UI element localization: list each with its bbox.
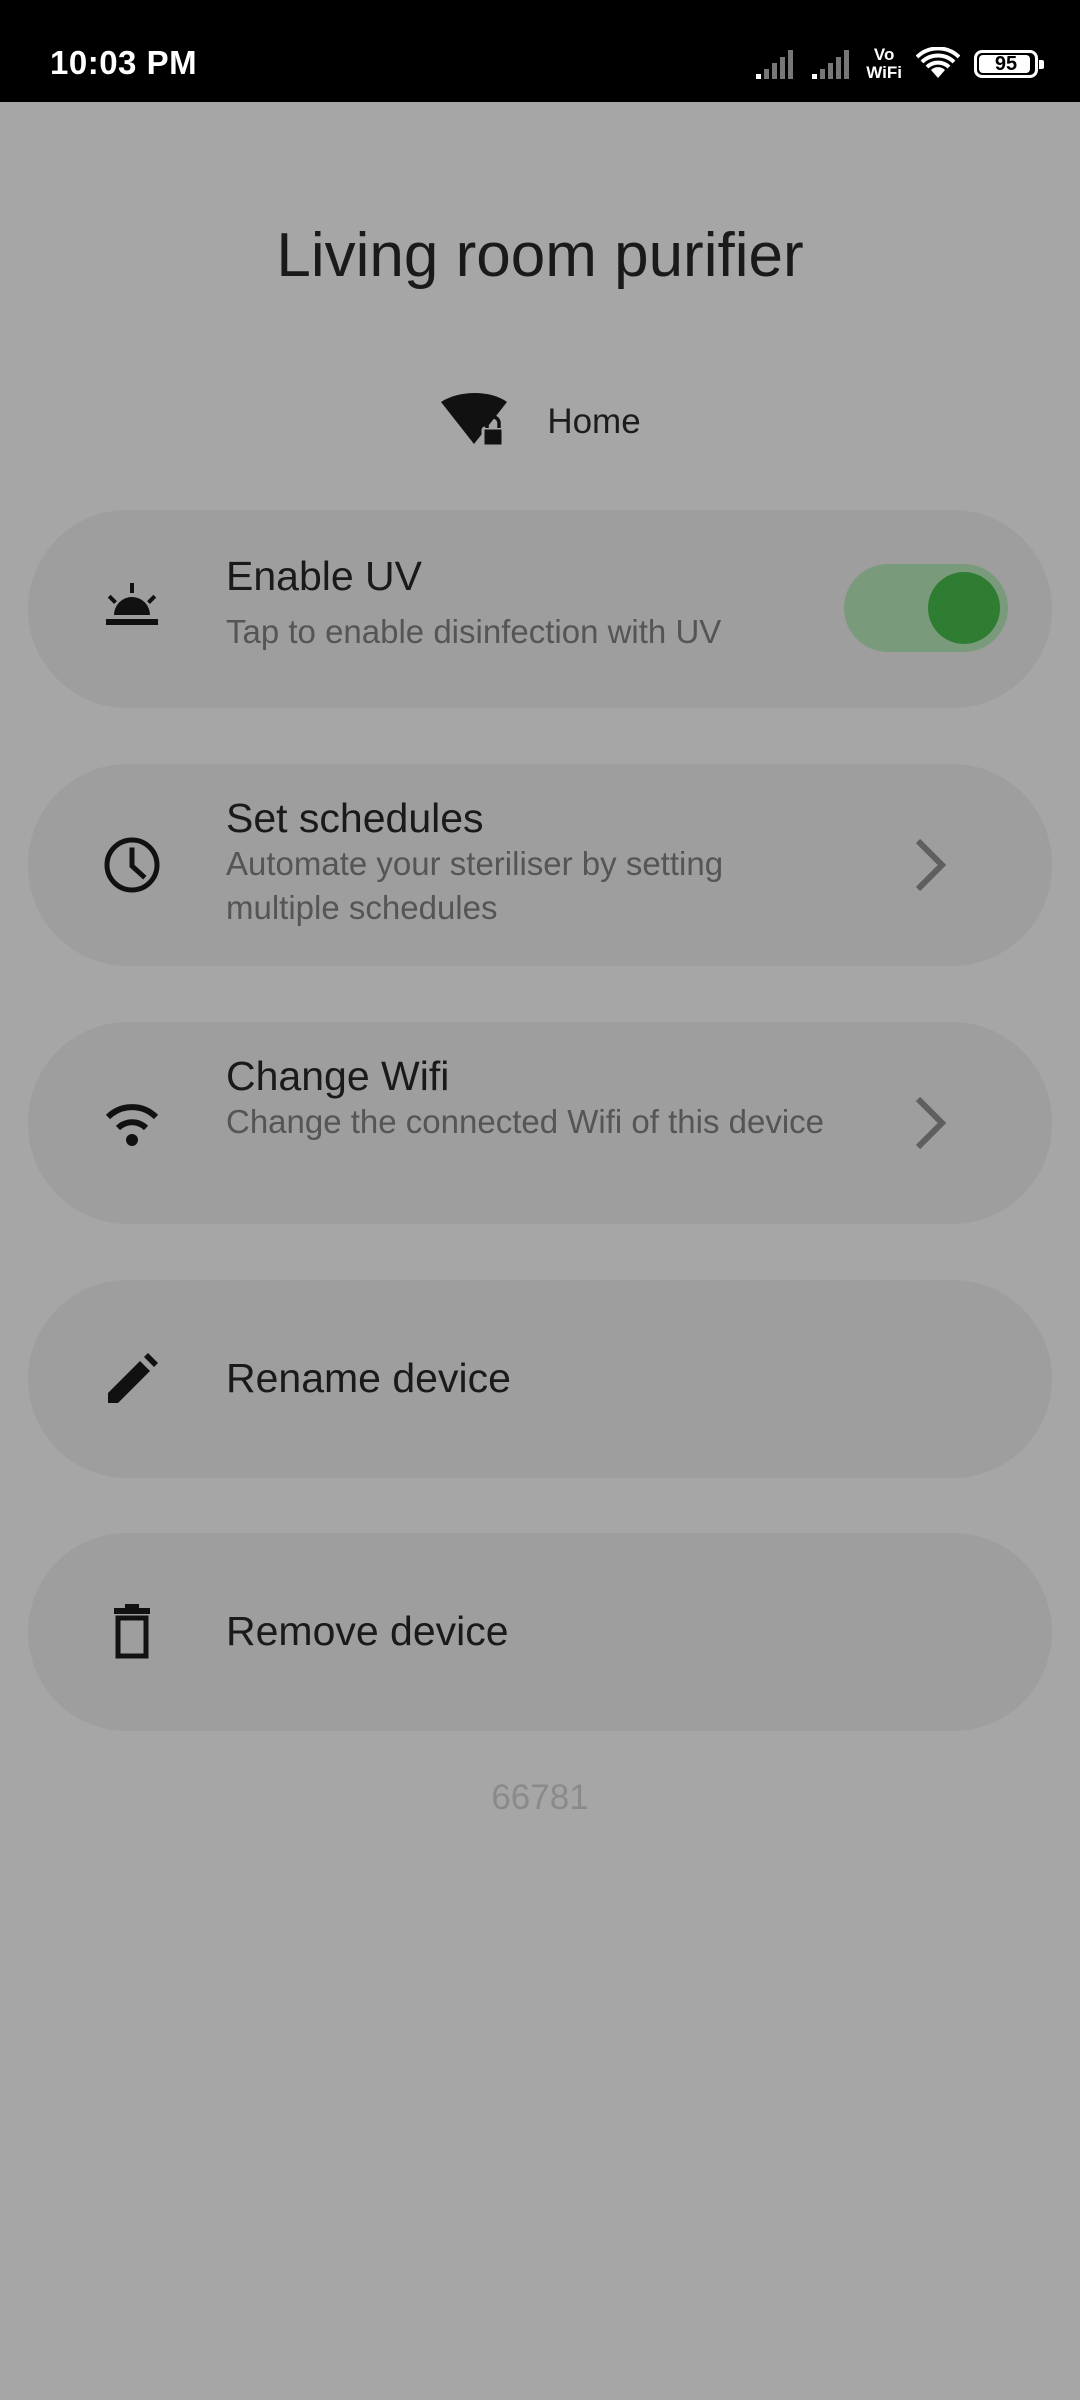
page-title: Living room purifier	[276, 221, 804, 290]
clock-icon	[100, 833, 164, 897]
vowifi-icon: Vo WiFi	[866, 46, 902, 82]
rename-device-text: Rename device	[226, 1354, 832, 1402]
remove-device-title: Remove device	[226, 1608, 509, 1654]
network-name: Home	[547, 402, 641, 441]
rename-device-title: Rename device	[226, 1355, 511, 1401]
trash-icon	[100, 1600, 164, 1664]
cellular-signal-icon	[756, 50, 794, 79]
enable-uv-subtitle: Tap to enable disinfection with UV	[226, 613, 722, 650]
status-time: 10:03 PM	[50, 44, 198, 81]
battery-icon: 95	[974, 50, 1044, 78]
battery-percent: 95	[994, 52, 1018, 75]
wifi-icon	[100, 1091, 164, 1155]
vowifi-bottom-label: WiFi	[866, 63, 902, 82]
chevron-right-icon	[915, 1096, 947, 1150]
sunrise-lamp-icon	[100, 574, 164, 638]
wifi-status-icon	[916, 47, 960, 78]
change-wifi-title: Change Wifi	[226, 1053, 450, 1099]
set-schedules-subtitle: Automate your steriliser by setting mult…	[226, 845, 724, 926]
status-bar: 10:03 PM Vo WiFi 95	[0, 0, 1080, 102]
set-schedules-text: Set schedules Automate your steriliser b…	[226, 794, 832, 930]
rename-device-card[interactable]: Rename device	[28, 1280, 1052, 1478]
enable-uv-toggle[interactable]	[844, 564, 1008, 652]
toggle-knob	[928, 572, 1000, 644]
chevron-right-icon	[915, 838, 947, 892]
cellular-signal-icon-2	[812, 50, 850, 79]
enable-uv-card[interactable]: Enable UV Tap to enable disinfection wit…	[28, 510, 1052, 708]
enable-uv-text: Enable UV Tap to enable disinfection wit…	[226, 552, 832, 654]
wifi-lock-icon	[441, 393, 508, 448]
change-wifi-subtitle: Change the connected Wifi of this device	[226, 1103, 825, 1140]
set-schedules-card[interactable]: Set schedules Automate your steriliser b…	[28, 764, 1052, 966]
network-row: Home	[0, 392, 1080, 452]
pencil-icon	[100, 1347, 164, 1411]
remove-device-card[interactable]: Remove device	[28, 1533, 1052, 1731]
change-wifi-card[interactable]: Change Wifi Change the connected Wifi of…	[28, 1022, 1052, 1224]
remove-device-text: Remove device	[226, 1607, 832, 1655]
set-schedules-title: Set schedules	[226, 795, 484, 841]
status-icons: Vo WiFi 95	[754, 44, 1044, 84]
vowifi-top-label: Vo	[873, 45, 895, 64]
device-id-label: 66781	[491, 1778, 589, 1817]
enable-uv-title: Enable UV	[226, 553, 423, 599]
change-wifi-text: Change Wifi Change the connected Wifi of…	[226, 1052, 832, 1144]
